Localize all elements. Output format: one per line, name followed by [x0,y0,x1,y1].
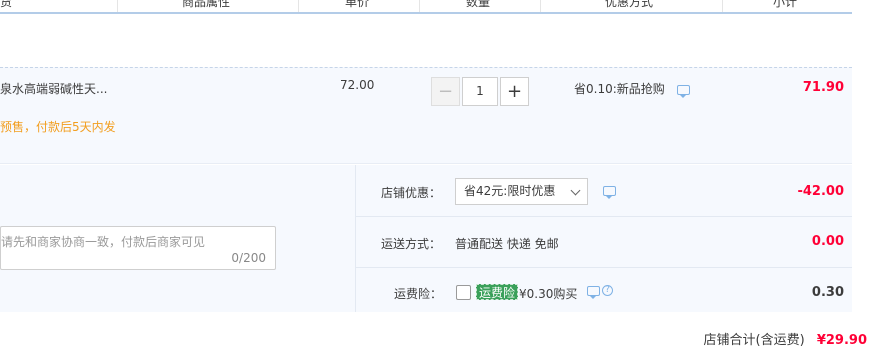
item-title[interactable]: 泉水高端弱碱性天... [0,80,107,97]
shipping-value: 0.00 [811,234,844,249]
header-divider [722,0,723,12]
row-divider [356,216,852,217]
help-icon[interactable]: ? [602,285,613,296]
quantity-decrease-button[interactable]: − [431,77,460,106]
header-goods: 货 [0,0,13,9]
shipping-method: 普通配送 快递 免邮 [455,237,559,251]
shop-discount-label: 店铺优惠： [381,186,442,200]
quantity-stepper: − 1 + [431,77,529,106]
unit-price: 72.00 [340,78,375,92]
presale-note: 预售，付款后5天内发 [0,120,116,134]
table-header: 货 商品属性 单价 数量 优惠方式 小计 [0,0,852,14]
promo-text: 省0.10:新品抢购 [574,82,665,96]
header-subtotal: 小计 [773,0,798,9]
insurance-icons: ? [587,285,613,299]
quantity-input[interactable]: 1 [462,77,498,106]
header-discount: 优惠方式 [605,0,654,9]
header-divider [419,0,420,12]
shop-summary: 请先和商家协商一致，付款后商家可见 0/200 店铺优惠： 省42元:限时优惠 … [0,165,852,312]
shop-discount-value: -42.00 [797,184,844,199]
order-item-row: 泉水高端弱碱性天... 预售，付款后5天内发 72.00 − 1 + 省0.10… [0,67,852,164]
header-divider [117,0,118,12]
insurance-checkbox[interactable] [456,285,471,300]
chat-bubble-icon[interactable] [603,186,616,199]
insurance-label: 运费险： [394,287,443,301]
item-subtotal: 71.90 [802,80,844,95]
promo-info: 省0.10:新品抢购 [574,80,690,98]
header-divider [298,0,299,12]
message-placeholder: 请先和商家协商一致，付款后商家可见 [1,235,206,249]
header-attrs: 商品属性 [182,0,231,9]
chat-bubble-icon[interactable] [587,285,600,299]
shop-total-label: 店铺合计(含运费) [703,333,805,348]
shop-discount-select[interactable]: 省42元:限时优惠 [455,178,588,205]
buyer-message-field[interactable]: 请先和商家协商一致，付款后商家可见 0/200 [0,226,276,270]
header-divider [540,0,541,12]
row-divider [356,267,852,268]
header-price: 单价 [345,0,370,9]
insurance-value: 0.30 [811,285,844,300]
quantity-increase-button[interactable]: + [500,77,529,106]
header-qty: 数量 [466,0,491,9]
message-char-counter: 0/200 [231,251,266,265]
shop-total-value: ¥29.90 [816,333,867,348]
chevron-down-icon [570,185,581,196]
shop-total: 店铺合计(含运费) ¥29.90 [704,329,867,348]
chat-bubble-icon[interactable] [676,84,690,98]
insurance-tag: 运费险 [476,284,519,300]
section-divider [355,165,356,312]
shop-discount-selected: 省42元:限时优惠 [464,184,556,198]
shipping-label: 运送方式： [381,237,442,251]
insurance-price: ¥0.30购买 [519,287,578,301]
